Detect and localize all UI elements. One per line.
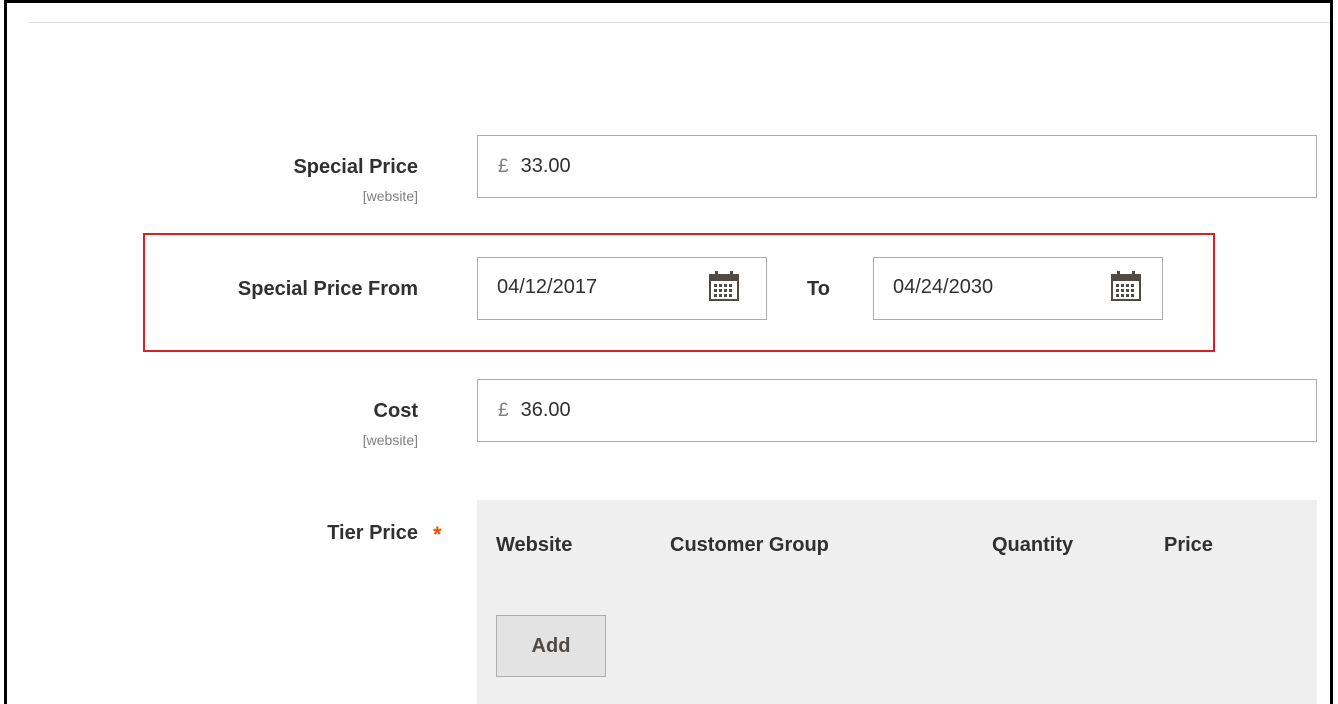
calendar-icon[interactable] [708,271,740,301]
column-header-website: Website [496,534,573,556]
special-price-scope: [website] [362,188,418,204]
special-price-input[interactable]: £ 33.00 [477,135,1317,198]
special-price-label: Special Price [293,156,418,178]
column-header-price: Price [1164,534,1213,556]
tier-price-grid: Website Customer Group Quantity Price Ad… [477,500,1317,704]
to-label: To [807,278,830,300]
window-frame-top [4,0,1333,3]
cost-input[interactable]: £ 36.00 [477,379,1317,442]
cost-value: 36.00 [520,399,571,421]
from-date-value: 04/12/2017 [497,276,598,298]
add-tier-price-button[interactable]: Add [496,615,606,677]
currency-symbol: £ [498,155,509,177]
cost-scope: [website] [362,432,418,448]
column-header-customer-group: Customer Group [670,534,829,556]
special-price-from-label: Special Price From [237,278,418,300]
calendar-icon[interactable] [1110,271,1142,301]
window-frame-left [4,0,7,704]
column-header-quantity: Quantity [992,534,1074,556]
currency-symbol: £ [498,399,509,421]
special-price-to-date-input[interactable]: 04/24/2030 [873,257,1163,320]
special-price-from-date-input[interactable]: 04/12/2017 [477,257,767,320]
tier-price-label: Tier Price [327,522,418,544]
to-date-value: 04/24/2030 [893,276,994,298]
window-frame-right [1330,0,1333,704]
cost-label: Cost [373,400,418,422]
required-indicator: * [433,522,442,547]
special-price-value: 33.00 [520,155,571,177]
section-divider [28,22,1330,23]
